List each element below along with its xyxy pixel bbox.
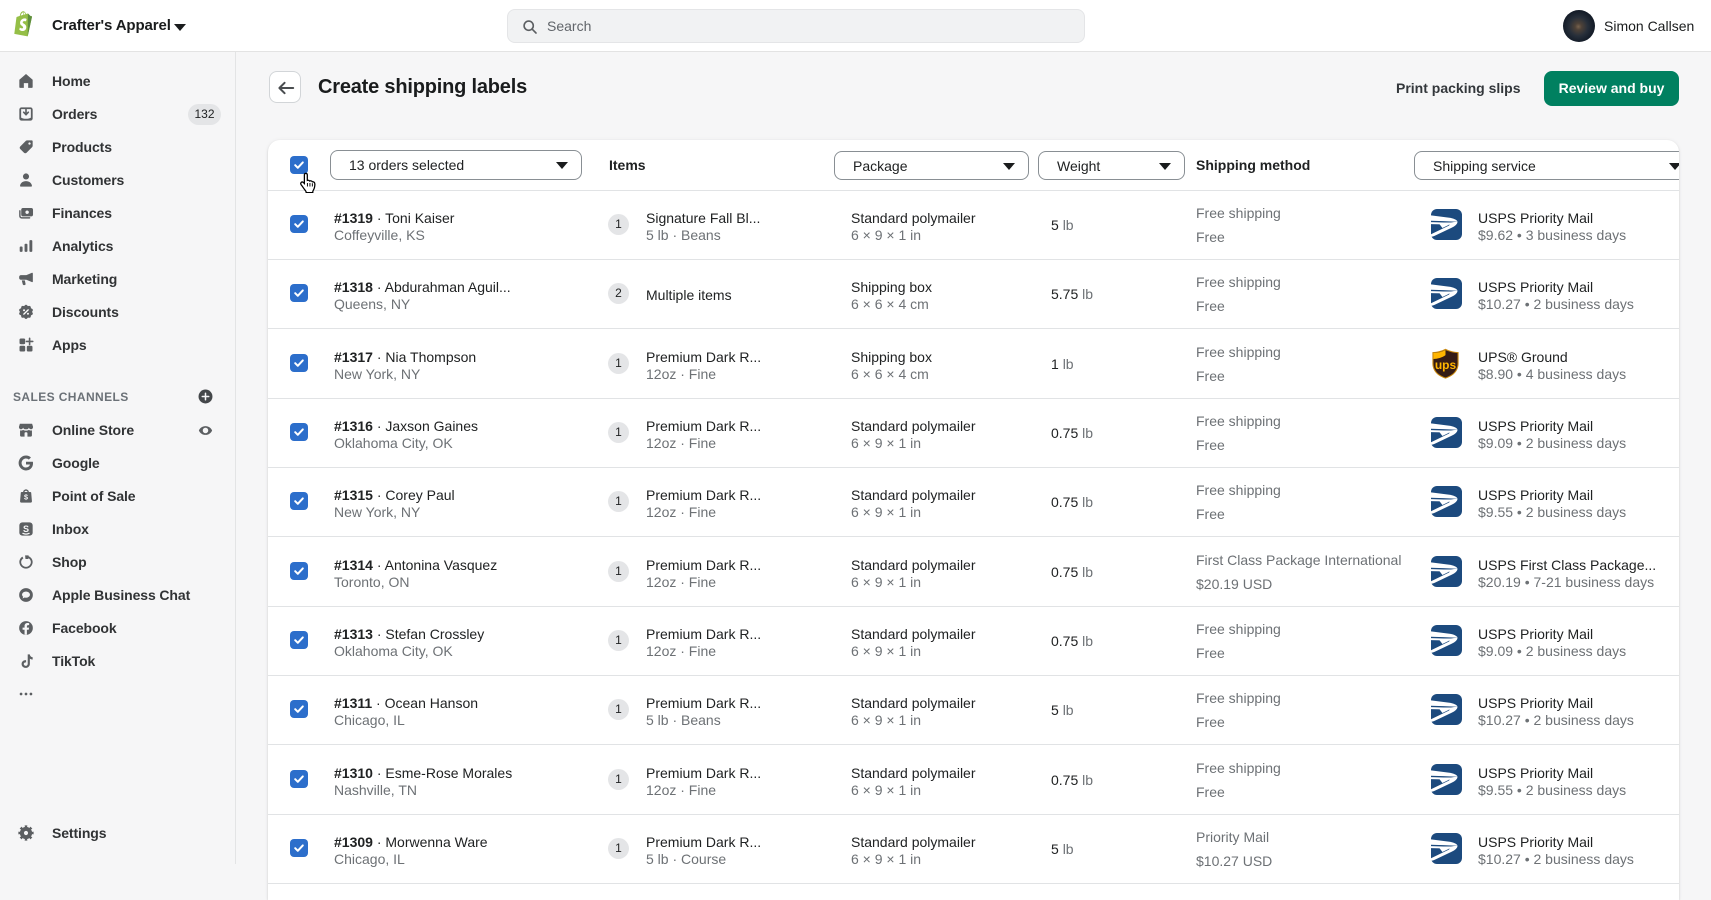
svg-text:S: S xyxy=(23,524,29,534)
svg-text:ups: ups xyxy=(1435,358,1457,372)
svg-text:$: $ xyxy=(24,493,28,502)
